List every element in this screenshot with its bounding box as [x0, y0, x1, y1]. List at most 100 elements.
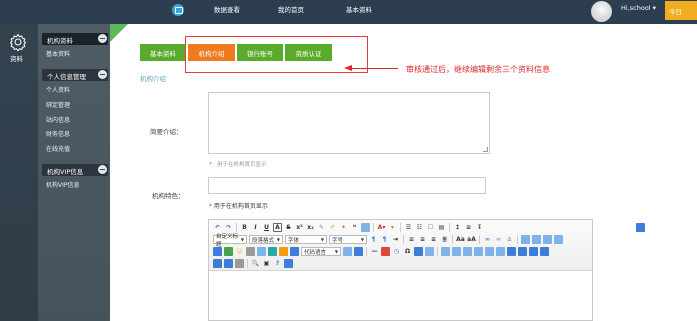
- merge-down-icon[interactable]: [529, 247, 538, 256]
- line-height-icon[interactable]: ≡: [464, 223, 473, 232]
- insert-col-icon[interactable]: [485, 247, 494, 256]
- select-all-icon[interactable]: [361, 223, 370, 232]
- today-button[interactable]: 今日: [665, 1, 697, 20]
- search-replace-icon[interactable]: [414, 247, 423, 256]
- to-uppercase-icon[interactable]: Aa: [456, 235, 465, 244]
- selectall-icon[interactable]: ☐: [426, 223, 435, 232]
- sidebar-item-vip-info[interactable]: 机构VIP信息: [46, 180, 80, 189]
- rich-text-editor[interactable]: ↶ ↷ B I U A S x² x₂ ✎ ✐ ✦ ❝ A▾ ▾ ☰ ☷ ☐ ▤…: [208, 219, 645, 321]
- split-cols-icon[interactable]: [224, 259, 233, 268]
- row-spacing-top-icon[interactable]: ↥: [453, 223, 462, 232]
- custom-title-select[interactable]: 自定义标题 ▼: [213, 234, 247, 248]
- help-icon[interactable]: ?: [273, 259, 282, 268]
- split-rows-icon[interactable]: [213, 259, 222, 268]
- insert-row-icon[interactable]: [463, 247, 472, 256]
- page-break-icon[interactable]: [343, 247, 352, 256]
- underline-icon[interactable]: U: [262, 223, 271, 232]
- split-cells-icon[interactable]: [540, 247, 549, 256]
- sidebar-item-binding[interactable]: 绑定管理: [46, 100, 70, 109]
- auto-format-icon[interactable]: ✦: [339, 223, 348, 232]
- indent-icon[interactable]: ⇥: [391, 235, 400, 244]
- collapse-icon[interactable]: [98, 34, 107, 43]
- strikethrough-icon[interactable]: S: [284, 223, 293, 232]
- preview-icon[interactable]: 🔍: [251, 259, 260, 268]
- bold-icon[interactable]: B: [240, 223, 249, 232]
- time-icon[interactable]: ◷: [392, 247, 401, 256]
- insert-image-icon[interactable]: [224, 247, 233, 256]
- print-icon[interactable]: [235, 259, 244, 268]
- image-right-icon[interactable]: [543, 235, 552, 244]
- date-icon[interactable]: [381, 247, 390, 256]
- emotion-icon[interactable]: ☺: [235, 247, 244, 256]
- sidebar-section-org-info[interactable]: 机构资料: [42, 33, 108, 45]
- resize-handle-icon[interactable]: [483, 147, 488, 152]
- merge-right-icon[interactable]: [518, 247, 527, 256]
- delete-col-icon[interactable]: [496, 247, 505, 256]
- collapse-icon[interactable]: [98, 70, 107, 79]
- align-justify-icon[interactable]: ≣: [440, 235, 449, 244]
- subscript-icon[interactable]: x₂: [306, 223, 315, 232]
- border-text-icon[interactable]: A: [273, 223, 282, 232]
- row-spacing-bottom-icon[interactable]: ↧: [475, 223, 484, 232]
- clear-doc-icon[interactable]: ▤: [437, 223, 446, 232]
- align-right-icon[interactable]: ≡: [429, 235, 438, 244]
- sidebar-item-finance[interactable]: 财务信息: [46, 129, 70, 138]
- delete-table-icon[interactable]: [452, 247, 461, 256]
- link-icon[interactable]: ∞: [483, 235, 492, 244]
- sidebar-item-personal-info[interactable]: 个人资料: [46, 85, 70, 94]
- font-family-select[interactable]: 字体 ▼: [285, 235, 327, 244]
- paragraph-format-select[interactable]: 段落格式 ▼: [249, 235, 283, 244]
- special-chars-icon[interactable]: Ω: [403, 247, 412, 256]
- nav-basic-info[interactable]: 基本资料: [346, 4, 372, 14]
- font-size-select[interactable]: 字号 ▼: [329, 235, 367, 244]
- source-code-icon[interactable]: [284, 259, 293, 268]
- gear-icon[interactable]: [9, 33, 27, 51]
- align-left-icon[interactable]: ≡: [407, 235, 416, 244]
- tab-basic-info[interactable]: 基本资料: [140, 44, 186, 61]
- ordered-list-icon[interactable]: ☰: [404, 223, 413, 232]
- align-center-icon[interactable]: ≡: [418, 235, 427, 244]
- unlink-icon[interactable]: ∞: [494, 235, 503, 244]
- superscript-icon[interactable]: x²: [295, 223, 304, 232]
- template-icon[interactable]: [354, 247, 363, 256]
- sidebar-section-vip[interactable]: 机构VIP信息: [42, 164, 108, 176]
- image-left-icon[interactable]: [532, 235, 541, 244]
- music-icon[interactable]: [268, 247, 277, 256]
- attachment-icon[interactable]: [279, 247, 288, 256]
- delete-row-icon[interactable]: [474, 247, 483, 256]
- ltr-icon[interactable]: ¶: [369, 235, 378, 244]
- anchor-icon[interactable]: ⚓: [505, 235, 514, 244]
- format-brush-icon[interactable]: ✐: [328, 223, 337, 232]
- format-clear-icon[interactable]: ✎: [317, 223, 326, 232]
- image-center-icon[interactable]: [554, 235, 563, 244]
- map-icon[interactable]: [290, 247, 299, 256]
- insert-table-icon[interactable]: [441, 247, 450, 256]
- intro-textarea[interactable]: [208, 92, 490, 154]
- italic-icon[interactable]: I: [251, 223, 260, 232]
- font-color-icon[interactable]: A▾: [377, 223, 386, 232]
- insert-frame-icon[interactable]: [425, 247, 434, 256]
- highlight-color-icon[interactable]: ▾: [388, 223, 397, 232]
- to-lowercase-icon[interactable]: aA: [467, 235, 476, 244]
- drafts-icon[interactable]: ▣: [262, 259, 271, 268]
- feature-input[interactable]: [208, 177, 486, 194]
- rtl-icon[interactable]: ¶: [380, 235, 389, 244]
- image-none-icon[interactable]: [521, 235, 530, 244]
- sidebar-item-messages[interactable]: 站内信息: [46, 115, 70, 124]
- avatar[interactable]: [591, 1, 612, 22]
- insert-video-icon[interactable]: [257, 247, 266, 256]
- nav-data-view[interactable]: 数据查看: [214, 4, 240, 14]
- quote-icon[interactable]: ❝: [350, 223, 359, 232]
- simple-upload-icon[interactable]: [213, 247, 222, 256]
- merge-cells-icon[interactable]: [507, 247, 516, 256]
- user-menu[interactable]: Hi,school ▾: [621, 4, 656, 12]
- collapse-icon[interactable]: [98, 165, 107, 174]
- sidebar-section-personal[interactable]: 个人信息管理: [42, 69, 108, 81]
- code-language-select[interactable]: 代码语言 ▼: [301, 247, 341, 256]
- sidebar-item-basic-info[interactable]: 基本资料: [46, 49, 70, 58]
- horizontal-rule-icon[interactable]: —: [370, 247, 379, 256]
- scrawl-icon[interactable]: [246, 247, 255, 256]
- nav-my-homepage[interactable]: 我的首页: [278, 4, 304, 14]
- home-icon[interactable]: [172, 4, 184, 16]
- fullscreen-icon[interactable]: [636, 223, 645, 232]
